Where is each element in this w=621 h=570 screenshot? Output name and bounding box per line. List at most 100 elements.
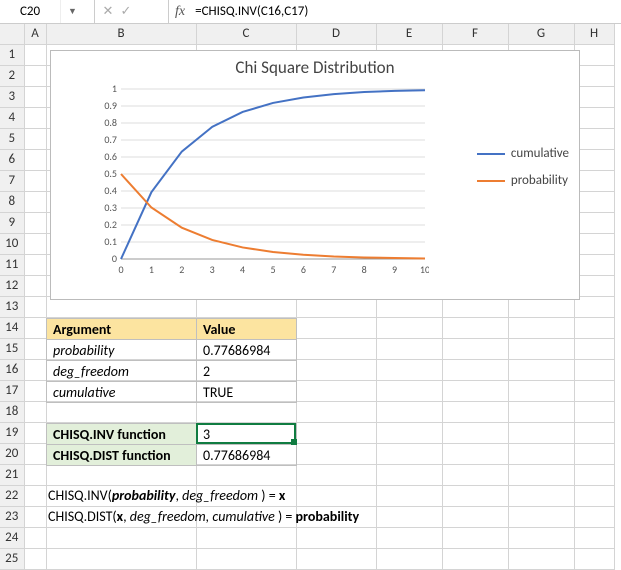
cell[interactable] <box>442 527 508 548</box>
cell[interactable] <box>24 338 46 359</box>
cell[interactable] <box>508 338 574 359</box>
cell[interactable] <box>24 275 46 296</box>
cell[interactable] <box>24 212 46 233</box>
cell[interactable] <box>24 506 46 527</box>
table-cell[interactable]: cumulative <box>47 382 197 403</box>
row-header[interactable]: 9 <box>0 212 24 233</box>
cell[interactable] <box>574 128 614 149</box>
cell[interactable] <box>376 317 442 338</box>
cell[interactable] <box>574 170 614 191</box>
cell[interactable] <box>574 233 614 254</box>
table-cell[interactable]: TRUE <box>197 382 297 403</box>
row-header[interactable]: 3 <box>0 86 24 107</box>
cell[interactable] <box>574 317 614 338</box>
cell[interactable] <box>376 527 442 548</box>
cell[interactable] <box>296 338 376 359</box>
cancel-icon[interactable]: ✕ <box>101 4 115 19</box>
cell[interactable] <box>296 464 376 485</box>
row-header[interactable]: 24 <box>0 527 24 548</box>
row-header[interactable]: 21 <box>0 464 24 485</box>
cell[interactable] <box>46 464 196 485</box>
cell[interactable] <box>376 443 442 464</box>
name-box[interactable]: ▼ <box>0 0 95 23</box>
cell[interactable] <box>296 443 376 464</box>
cell[interactable] <box>24 191 46 212</box>
cell[interactable] <box>376 422 442 443</box>
cell[interactable] <box>442 359 508 380</box>
chart[interactable]: Chi Square Distribution 00.10.20.30.40.5… <box>50 50 580 300</box>
cell[interactable] <box>442 380 508 401</box>
col-header[interactable]: G <box>508 24 574 44</box>
cell[interactable] <box>574 359 614 380</box>
cell[interactable] <box>508 464 574 485</box>
table-cell[interactable]: deg_freedom <box>47 361 197 382</box>
col-header[interactable]: H <box>574 24 614 44</box>
cell[interactable] <box>574 338 614 359</box>
row-header[interactable]: 11 <box>0 254 24 275</box>
accept-icon[interactable]: ✓ <box>119 4 133 19</box>
cell[interactable] <box>508 422 574 443</box>
cell[interactable] <box>574 191 614 212</box>
row-header[interactable]: 20 <box>0 443 24 464</box>
cell[interactable] <box>24 527 46 548</box>
cell[interactable] <box>376 338 442 359</box>
table-cell[interactable]: 0.77686984 <box>197 340 297 361</box>
cell[interactable] <box>574 107 614 128</box>
formula-input[interactable] <box>191 0 621 23</box>
cell[interactable] <box>46 401 196 422</box>
cell[interactable] <box>376 359 442 380</box>
cell[interactable] <box>296 359 376 380</box>
fx-icon[interactable]: fx <box>169 0 191 23</box>
row-header[interactable]: 17 <box>0 380 24 401</box>
cell[interactable] <box>296 317 376 338</box>
cell[interactable] <box>46 527 196 548</box>
cell[interactable] <box>574 464 614 485</box>
row-header[interactable]: 7 <box>0 170 24 191</box>
cell[interactable] <box>24 86 46 107</box>
table-cell[interactable]: probability <box>47 340 197 361</box>
cell[interactable] <box>296 527 376 548</box>
cell[interactable] <box>24 233 46 254</box>
table-cell[interactable]: CHISQ.DIST function <box>47 445 197 466</box>
row-header[interactable]: 22 <box>0 485 24 506</box>
cell[interactable] <box>574 275 614 296</box>
cell[interactable] <box>442 422 508 443</box>
row-header[interactable]: 5 <box>0 128 24 149</box>
cell[interactable] <box>24 401 46 422</box>
cell[interactable] <box>24 485 46 506</box>
row-header[interactable]: 19 <box>0 422 24 443</box>
cell[interactable] <box>442 464 508 485</box>
cell[interactable] <box>24 380 46 401</box>
cell[interactable] <box>296 380 376 401</box>
cell[interactable] <box>574 401 614 422</box>
row-header[interactable]: 4 <box>0 107 24 128</box>
cell[interactable] <box>442 506 508 527</box>
cell[interactable] <box>508 485 574 506</box>
cell[interactable] <box>574 443 614 464</box>
cell[interactable] <box>442 485 508 506</box>
cell[interactable] <box>442 401 508 422</box>
cell[interactable] <box>508 401 574 422</box>
cell[interactable] <box>442 317 508 338</box>
cell[interactable] <box>24 443 46 464</box>
row-header[interactable]: 15 <box>0 338 24 359</box>
cell[interactable] <box>574 212 614 233</box>
select-all-corner[interactable] <box>0 24 24 44</box>
cell[interactable] <box>376 485 442 506</box>
cell[interactable] <box>508 506 574 527</box>
cell[interactable] <box>24 359 46 380</box>
cell[interactable] <box>508 443 574 464</box>
cell[interactable] <box>196 464 296 485</box>
cell[interactable] <box>196 527 296 548</box>
cell[interactable] <box>24 44 46 65</box>
row-header[interactable]: 8 <box>0 191 24 212</box>
cell[interactable] <box>24 65 46 86</box>
cell[interactable] <box>24 107 46 128</box>
cell[interactable] <box>442 338 508 359</box>
cell[interactable] <box>442 443 508 464</box>
col-header[interactable]: D <box>296 24 376 44</box>
row-header[interactable]: 10 <box>0 233 24 254</box>
row-header[interactable]: 2 <box>0 65 24 86</box>
row-header[interactable]: 13 <box>0 296 24 317</box>
cell-ref-input[interactable] <box>0 0 60 23</box>
